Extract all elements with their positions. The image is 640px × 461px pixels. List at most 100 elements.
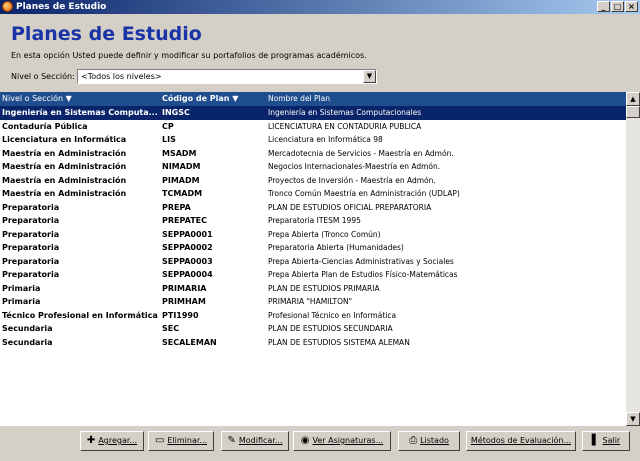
button-label: Métodos de Evaluación... [470,436,572,445]
column-header-nombre[interactable]: Nombre del Plan [266,92,626,106]
cell-codigo: PTI1990 [162,310,199,320]
table-row[interactable]: Maestría en Administración PIMADM Proyecto… [0,174,626,188]
ver-asignaturas-button[interactable]: ◉ Ver Asignaturas... [293,431,391,451]
table-row[interactable]: Preparatoria SEPPA0002 Preparatoria Abiert… [0,241,626,255]
cell-nombre: Profesional Técnico en Informática [268,310,397,320]
table-row[interactable]: Primaria PRIMARIA PLAN DE ESTUDIOS PRIMARI… [0,282,626,296]
cell-nivel: Maestría en Administración [2,162,127,171]
cell-nivel: Maestría en Administración [2,175,127,185]
table-row[interactable]: Preparatoria PREPATEC Preparatoria ITESM 1… [0,214,626,228]
cell-codigo: INGSC [162,108,190,117]
cell-nivel: Técnico Profesional en Informática [2,310,158,320]
pencil-icon: ✎ [227,435,236,446]
scroll-down-icon[interactable]: ▼ [626,412,640,426]
cell-nivel: Secundaria [2,337,53,347]
vertical-scrollbar[interactable]: ▲ ▼ [626,92,640,426]
column-header-nivel[interactable]: Nivel o Sección ▼ [0,92,160,106]
button-label: Eliminar... [167,436,208,445]
cell-codigo: CP [162,121,174,131]
table-row[interactable]: Preparatoria SEPPA0003 Prepa Abierta-Cienc… [0,255,626,269]
nivel-select[interactable]: <Todos los niveles> ▼ [77,69,377,84]
scroll-thumb[interactable] [626,106,640,118]
cell-nombre: PLAN DE ESTUDIOS OFICIAL PREPARATORIA [268,202,432,212]
chevron-down-icon[interactable]: ▼ [363,70,376,83]
cell-codigo: NIMADM [162,162,201,171]
cell-codigo: SEPPA0002 [162,243,213,252]
cell-nombre: Proyectos de Inversión - Maestría en Adm… [268,175,436,185]
cell-nivel: Primaria [2,283,41,293]
table-row[interactable]: Secundaria SEC PLAN DE ESTUDIOS SECUNDARIA [0,322,626,336]
table-row[interactable]: Maestría en Administración NIMADM Negocios… [0,160,626,174]
table-row[interactable]: Ingeniería en Sistemas Computa... INGSC In… [0,106,626,120]
cell-nivel: Primaria [2,297,41,306]
listado-button[interactable]: ⎙ Listado [398,431,460,451]
cell-nombre: Preparatoria Abierta (Humanidades) [268,243,404,252]
header: Planes de Estudio En esta opción Usted p… [0,14,640,92]
scroll-up-icon[interactable]: ▲ [626,92,640,106]
cell-nivel: Maestría en Administración [2,148,127,158]
cell-nombre: Prepa Abierta (Tronco Común) [268,229,381,239]
cell-nivel: Licenciatura en Informática [2,135,127,144]
page-title: Planes de Estudio [11,23,202,45]
cell-codigo: MSADM [162,148,197,158]
filter-label: Nivel o Sección: [11,72,75,81]
cell-codigo: TCMADM [162,189,203,198]
button-label: Modificar... [238,436,283,445]
cell-nombre: Prepa Abierta Plan de Estudios Físico-Ma… [268,270,458,279]
exit-icon: ▌ [591,435,600,446]
cell-codigo: PRIMARIA [162,283,207,293]
button-label: Ver Asignaturas... [312,436,384,445]
cell-nombre: Negocios Internacionales-Maestría en Adm… [268,162,441,171]
table-row[interactable]: Contaduría Pública CP LICENCIATURA EN CONT… [0,120,626,134]
table-row[interactable]: Primaria PRIMHAM PRIMARIA "HAMILTON" [0,295,626,309]
delete-icon: ▭ [154,435,165,446]
modificar-button[interactable]: ✎ Modificar... [221,431,289,451]
cell-nivel: Secundaria [2,324,53,333]
table-row[interactable]: Maestría en Administración MSADM Mercadote… [0,147,626,161]
table-row[interactable]: Preparatoria SEPPA0004 Prepa Abierta Plan … [0,268,626,282]
printer-icon: ⎙ [409,435,418,446]
page-description: En esta opción Usted puede definir y mod… [11,51,367,60]
metodos-evaluacion-button[interactable]: Métodos de Evaluación... [466,431,576,451]
button-label: Listado [420,436,449,445]
cell-codigo: SEPPA0004 [162,270,213,279]
cell-codigo: SECALEMAN [162,337,217,347]
table-row[interactable]: Técnico Profesional en Informática PTI199… [0,309,626,323]
table-body: Ingeniería en Sistemas Computa... INGSC In… [0,106,626,349]
maximize-button[interactable]: □ [611,1,624,12]
cell-nivel: Contaduría Pública [2,121,88,131]
cell-nivel: Ingeniería en Sistemas Computa... [2,108,158,117]
eliminar-button[interactable]: ▭ Eliminar... [148,431,214,451]
table-row[interactable]: Secundaria SECALEMAN PLAN DE ESTUDIOS SIST… [0,336,626,350]
cell-codigo: LIS [162,135,176,144]
cell-nivel: Preparatoria [2,202,60,212]
salir-button[interactable]: ▌ Salir [582,431,630,451]
table-row[interactable]: Licenciatura en Informática LIS Licenciatu… [0,133,626,147]
cell-nombre: Prepa Abierta-Ciencias Administrativas y… [268,256,454,266]
cell-nombre: Ingeniería en Sistemas Computacionales [268,108,422,117]
agregar-button[interactable]: ✚ Agregar... [80,431,144,451]
table-row[interactable]: Preparatoria SEPPA0001 Prepa Abierta (Tron… [0,228,626,242]
table-row[interactable]: Preparatoria PREPA PLAN DE ESTUDIOS OFICIA… [0,201,626,215]
title-bar: Planes de Estudio _ □ × [0,0,640,14]
cell-nivel: Preparatoria [2,216,60,225]
cell-nombre: Licenciatura en Informática 98 [268,135,383,144]
cell-nivel: Maestría en Administración [2,189,127,198]
button-label: Salir [602,436,621,445]
cell-nivel: Preparatoria [2,270,60,279]
window-title: Planes de Estudio [16,2,107,12]
cell-nivel: Preparatoria [2,229,60,239]
cell-nombre: Preparatoria ITESM 1995 [268,216,361,225]
minimize-button[interactable]: _ [597,1,610,12]
cell-nivel: Preparatoria [2,243,60,252]
plus-icon: ✚ [86,435,96,446]
cell-nombre: PRIMARIA "HAMILTON" [268,297,353,306]
cell-nombre: PLAN DE ESTUDIOS SISTEMA ALEMAN [268,337,410,347]
cell-nivel: Preparatoria [2,256,60,266]
cell-nombre: PLAN DE ESTUDIOS SECUNDARIA [268,324,393,333]
cell-codigo: PREPATEC [162,216,207,225]
close-button[interactable]: × [625,1,638,12]
cell-codigo: PIMADM [162,175,200,185]
table-row[interactable]: Maestría en Administración TCMADM Tronco C… [0,187,626,201]
column-header-codigo[interactable]: Código de Plan ▼ [160,92,266,106]
